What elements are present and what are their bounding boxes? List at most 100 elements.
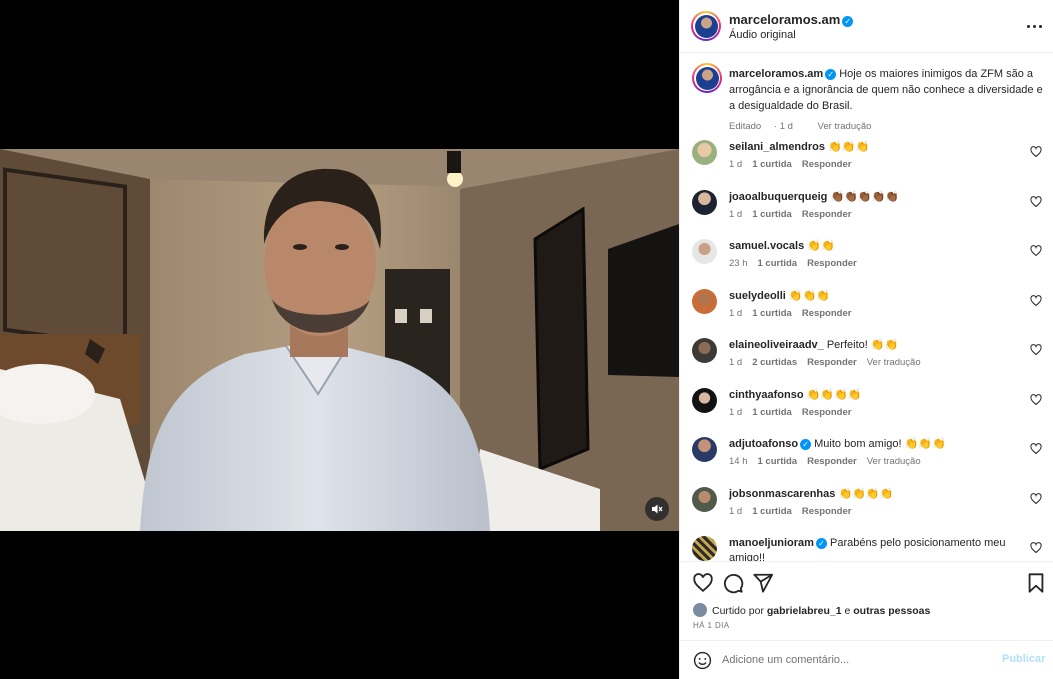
reply-button[interactable]: Responder <box>802 506 852 517</box>
heart-icon[interactable] <box>1030 443 1042 455</box>
mute-button[interactable] <box>645 497 669 521</box>
reply-button[interactable]: Responder <box>802 159 852 170</box>
comment-text: Muito bom amigo! 👏👏👏 <box>814 438 946 450</box>
comment-icon[interactable] <box>722 572 744 594</box>
commenter-avatar[interactable] <box>692 289 717 314</box>
reply-button[interactable]: Responder <box>807 456 857 467</box>
comment-text: 👏🏾👏🏾👏🏾👏🏾👏🏾 <box>830 191 899 203</box>
liked-by: Curtido por gabrielabreu_1 e outras pess… <box>693 603 930 617</box>
reply-button[interactable]: Responder <box>802 308 852 319</box>
comment-time: 1 d <box>729 407 743 418</box>
liker-avatar[interactable] <box>693 603 707 617</box>
comment-input[interactable] <box>722 649 992 671</box>
comment-time: 14 h <box>729 456 748 467</box>
audio-label[interactable]: Áudio original <box>729 29 796 41</box>
add-comment-bar: Publicar <box>680 640 1053 679</box>
commenter-avatar[interactable] <box>692 487 717 512</box>
comment-time: 1 d <box>729 357 743 368</box>
comment-likes[interactable]: 1 curtida <box>752 209 792 220</box>
verified-badge-icon: ✓ <box>825 69 837 80</box>
verified-badge-icon: ✓ <box>815 538 827 549</box>
liker-username[interactable]: gabrielabreu_1 <box>767 605 842 617</box>
commenter-avatar[interactable] <box>692 536 717 561</box>
caption-avatar[interactable] <box>692 63 722 93</box>
caption-translate-link[interactable]: Ver tradução <box>818 121 872 132</box>
author-username[interactable]: marceloramos.am <box>729 12 840 27</box>
comment-time: 23 h <box>729 258 748 269</box>
verified-badge-icon: ✓ <box>800 439 812 450</box>
post-time[interactable]: HÁ 1 DIA <box>693 621 730 630</box>
comment-likes[interactable]: 1 curtida <box>752 308 792 319</box>
comment-text: 👏👏👏 <box>788 290 831 302</box>
comment-likes[interactable]: 1 curtida <box>752 159 792 170</box>
comment-likes[interactable]: 1 curtida <box>758 456 798 467</box>
translate-link[interactable]: Ver tradução <box>867 357 921 368</box>
commenter-username[interactable]: suelydeolli <box>729 290 786 302</box>
post-actions: Curtido por gabrielabreu_1 e outras pess… <box>680 561 1053 640</box>
comment-row: cinthyaafonso 👏👏👏👏 1 d 1 curtida Responder <box>692 388 1044 436</box>
heart-icon[interactable] <box>1030 146 1042 158</box>
commenter-username[interactable]: elaineoliveiraadv_ <box>729 339 824 351</box>
caption-username[interactable]: marceloramos.am <box>729 68 823 80</box>
commenter-avatar[interactable] <box>692 437 717 462</box>
commenter-avatar[interactable] <box>692 239 717 264</box>
comment-row: elaineoliveiraadv_ Perfeito! 👏👏 1 d 2 cur… <box>692 338 1044 386</box>
commenter-username[interactable]: adjutoafonso <box>729 438 798 450</box>
video-still <box>0 149 679 531</box>
likes-others-link[interactable]: outras pessoas <box>853 605 930 617</box>
comment-row: suelydeolli 👏👏👏 1 d 1 curtida Responder <box>692 289 1044 337</box>
publish-button[interactable]: Publicar <box>1002 653 1045 665</box>
comment-row: samuel.vocals 👏👏 23 h 1 curtida Responder <box>692 239 1044 287</box>
heart-icon[interactable] <box>1030 493 1042 505</box>
like-heart-icon[interactable] <box>692 572 714 594</box>
heart-icon[interactable] <box>1030 196 1042 208</box>
emoji-icon[interactable] <box>693 651 712 670</box>
heart-icon[interactable] <box>1030 542 1042 554</box>
reply-button[interactable]: Responder <box>802 209 852 220</box>
verified-badge-icon: ✓ <box>842 16 854 27</box>
bookmark-icon[interactable] <box>1025 572 1047 594</box>
comment-text: 👏👏 <box>807 240 835 252</box>
comment-time: 1 d <box>729 308 743 319</box>
comment-likes[interactable]: 1 curtida <box>752 407 792 418</box>
reply-button[interactable]: Responder <box>807 258 857 269</box>
video-frame[interactable] <box>0 149 679 531</box>
comment-row: seilani_almendros 👏👏👏 1 d 1 curtida Respon… <box>692 140 1044 188</box>
comment-time: 1 d <box>729 159 743 170</box>
commenter-username[interactable]: jobsonmascarenhas <box>729 488 835 500</box>
translate-link[interactable]: Ver tradução <box>867 456 921 467</box>
commenter-avatar[interactable] <box>692 140 717 165</box>
author-avatar[interactable] <box>691 11 721 41</box>
comment-text: 👏👏👏👏 <box>838 488 894 500</box>
commenter-username[interactable]: samuel.vocals <box>729 240 804 252</box>
heart-icon[interactable] <box>1030 295 1042 307</box>
heart-icon[interactable] <box>1030 394 1042 406</box>
commenter-avatar[interactable] <box>692 338 717 363</box>
comment-likes[interactable]: 1 curtida <box>752 506 792 517</box>
speaker-muted-icon <box>652 504 663 514</box>
comment-row: manoeljunioram ✓ Parabéns pelo posicionam… <box>692 536 1044 561</box>
comment-time: 1 d <box>729 209 743 220</box>
commenter-username[interactable]: seilani_almendros <box>729 141 825 153</box>
more-options-button[interactable] <box>1023 16 1045 36</box>
heart-icon[interactable] <box>1030 344 1042 356</box>
heart-icon[interactable] <box>1030 245 1042 257</box>
comment-likes[interactable]: 2 curtidas <box>752 357 797 368</box>
comment-row: jobsonmascarenhas 👏👏👏👏 1 d 1 curtida Respo… <box>692 487 1044 535</box>
commenter-username[interactable]: joaoalbuquerqueig <box>729 191 827 203</box>
post-side-panel: marceloramos.am ✓ Áudio original marcelor… <box>679 0 1053 679</box>
caption-edited: Editado · 1 d <box>729 121 793 132</box>
commenter-username[interactable]: manoeljunioram <box>729 537 814 549</box>
more-options-icon <box>1026 24 1030 28</box>
reply-button[interactable]: Responder <box>807 357 857 368</box>
share-send-icon[interactable] <box>752 572 774 594</box>
reply-button[interactable]: Responder <box>802 407 852 418</box>
comment-likes[interactable]: 1 curtida <box>758 258 798 269</box>
comment-time: 1 d <box>729 506 743 517</box>
commenter-avatar[interactable] <box>692 190 717 215</box>
comments-list[interactable]: marceloramos.am ✓ Hoje os maiores inimigo… <box>680 53 1053 561</box>
commenter-avatar[interactable] <box>692 388 717 413</box>
comment-row: joaoalbuquerqueig 👏🏾👏🏾👏🏾👏🏾👏🏾 1 d 1 curtid… <box>692 190 1044 238</box>
commenter-username[interactable]: cinthyaafonso <box>729 389 804 401</box>
video-player[interactable] <box>0 0 679 679</box>
